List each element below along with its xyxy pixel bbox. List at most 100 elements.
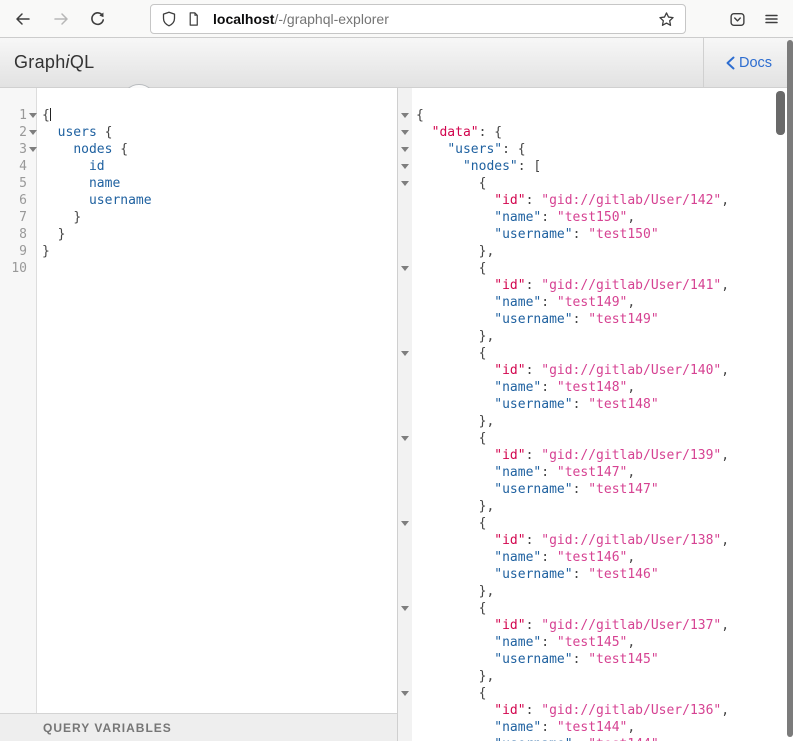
code-line: "name": "test148", bbox=[398, 379, 793, 396]
token: "username" bbox=[494, 312, 572, 327]
code-line[interactable]: 5 name bbox=[0, 175, 397, 192]
token: "name" bbox=[494, 550, 541, 565]
token: : bbox=[541, 720, 557, 735]
code-line: "id": "gid://gitlab/User/139", bbox=[398, 447, 793, 464]
tracking-shield-icon[interactable] bbox=[161, 11, 177, 27]
extension-shield-icon[interactable] bbox=[724, 7, 750, 31]
page-info-icon[interactable] bbox=[186, 11, 201, 27]
graphiql-logo: GraphiQL bbox=[14, 38, 94, 87]
token: "name" bbox=[494, 635, 541, 650]
token: , bbox=[627, 720, 635, 735]
fold-arrow-icon[interactable] bbox=[401, 164, 409, 169]
code-line: "username": "test146" bbox=[398, 566, 793, 583]
code-line[interactable]: 6 username bbox=[0, 192, 397, 209]
token: }, bbox=[479, 414, 495, 429]
code-line: { bbox=[398, 260, 793, 277]
chevron-left-icon bbox=[725, 56, 735, 70]
fold-arrow-icon[interactable] bbox=[401, 147, 409, 152]
text-cursor bbox=[50, 108, 51, 121]
token: : { bbox=[502, 142, 525, 157]
fold-arrow-icon[interactable] bbox=[401, 181, 409, 186]
menu-icon[interactable] bbox=[758, 7, 784, 31]
token: "id" bbox=[494, 193, 525, 208]
fold-arrow-icon[interactable] bbox=[401, 113, 409, 118]
graphiql-toolbar: GraphiQL Prettify History Docs bbox=[0, 38, 793, 88]
token: { bbox=[97, 125, 113, 140]
token: } bbox=[58, 227, 66, 242]
token: , bbox=[627, 635, 635, 650]
forward-icon[interactable] bbox=[48, 7, 74, 31]
token: , bbox=[627, 380, 635, 395]
token: "test148" bbox=[588, 397, 658, 412]
code-line: "name": "test144", bbox=[398, 719, 793, 736]
workspace: 1{2 users {3 nodes {4 id5 name6 username… bbox=[0, 88, 793, 741]
token: : bbox=[573, 737, 589, 741]
line-number: 3 bbox=[0, 141, 27, 158]
token: "test144" bbox=[588, 737, 658, 741]
token: }, bbox=[479, 669, 495, 684]
fold-arrow-icon[interactable] bbox=[401, 130, 409, 135]
docs-link[interactable]: Docs bbox=[725, 55, 772, 71]
token: "username" bbox=[494, 567, 572, 582]
token: : bbox=[541, 380, 557, 395]
line-number: 2 bbox=[0, 124, 27, 141]
code-line: "name": "test149", bbox=[398, 294, 793, 311]
token: , bbox=[721, 193, 729, 208]
bookmark-star-icon[interactable] bbox=[658, 11, 675, 28]
token: "id" bbox=[494, 448, 525, 463]
token: : bbox=[573, 227, 589, 242]
fold-arrow-icon[interactable] bbox=[401, 351, 409, 356]
token: "test147" bbox=[588, 482, 658, 497]
fold-arrow-icon[interactable] bbox=[29, 147, 37, 152]
token: }, bbox=[479, 499, 495, 514]
fold-arrow-icon[interactable] bbox=[401, 691, 409, 696]
result-scrollbar-thumb[interactable] bbox=[776, 91, 785, 135]
fold-arrow-icon[interactable] bbox=[401, 606, 409, 611]
line-number: 5 bbox=[0, 175, 27, 192]
code-line: { bbox=[398, 345, 793, 362]
fold-arrow-icon[interactable] bbox=[29, 113, 37, 118]
token: "name" bbox=[494, 210, 541, 225]
code-line: "username": "test150" bbox=[398, 226, 793, 243]
code-line[interactable]: 7 } bbox=[0, 209, 397, 226]
token: { bbox=[479, 176, 487, 191]
code-line: }, bbox=[398, 498, 793, 515]
token: { bbox=[112, 142, 128, 157]
page-scrollbar[interactable] bbox=[787, 40, 793, 737]
code-line: "users": { bbox=[398, 141, 793, 158]
token: "username" bbox=[494, 227, 572, 242]
back-icon[interactable] bbox=[9, 7, 35, 31]
token: } bbox=[73, 210, 81, 225]
code-line[interactable]: 2 users { bbox=[0, 124, 397, 141]
fold-arrow-icon[interactable] bbox=[401, 521, 409, 526]
code-line[interactable]: 9} bbox=[0, 243, 397, 260]
variables-panel[interactable]: QUERY VARIABLES bbox=[0, 713, 397, 741]
token: "gid://gitlab/User/140" bbox=[541, 363, 721, 378]
code-line[interactable]: 10 bbox=[0, 260, 397, 277]
variables-title: QUERY VARIABLES bbox=[43, 721, 172, 735]
fold-arrow-icon[interactable] bbox=[401, 266, 409, 271]
code-line[interactable]: 8 } bbox=[0, 226, 397, 243]
code-line[interactable]: 4 id bbox=[0, 158, 397, 175]
code-line: "id": "gid://gitlab/User/140", bbox=[398, 362, 793, 379]
line-number: 8 bbox=[0, 226, 27, 243]
token: , bbox=[627, 465, 635, 480]
address-bar[interactable]: localhost/-/graphql-explorer bbox=[150, 4, 686, 34]
fold-arrow-icon[interactable] bbox=[29, 130, 37, 135]
screen: localhost/-/graphql-explorer GraphiQL Pr… bbox=[0, 0, 793, 741]
token: : bbox=[526, 363, 542, 378]
code-line: "id": "gid://gitlab/User/141", bbox=[398, 277, 793, 294]
code-line[interactable]: 3 nodes { bbox=[0, 141, 397, 158]
url-host: localhost bbox=[213, 11, 274, 27]
query-editor[interactable]: 1{2 users {3 nodes {4 id5 name6 username… bbox=[0, 88, 397, 713]
token: { bbox=[479, 261, 487, 276]
browser-chrome: localhost/-/graphql-explorer bbox=[0, 0, 793, 38]
token: : [ bbox=[518, 159, 541, 174]
fold-arrow-icon[interactable] bbox=[401, 436, 409, 441]
token: , bbox=[721, 448, 729, 463]
code-line: "id": "gid://gitlab/User/137", bbox=[398, 617, 793, 634]
token: : bbox=[541, 465, 557, 480]
reload-icon[interactable] bbox=[84, 7, 110, 31]
code-line[interactable]: 1{ bbox=[0, 107, 397, 124]
token: }, bbox=[479, 244, 495, 259]
